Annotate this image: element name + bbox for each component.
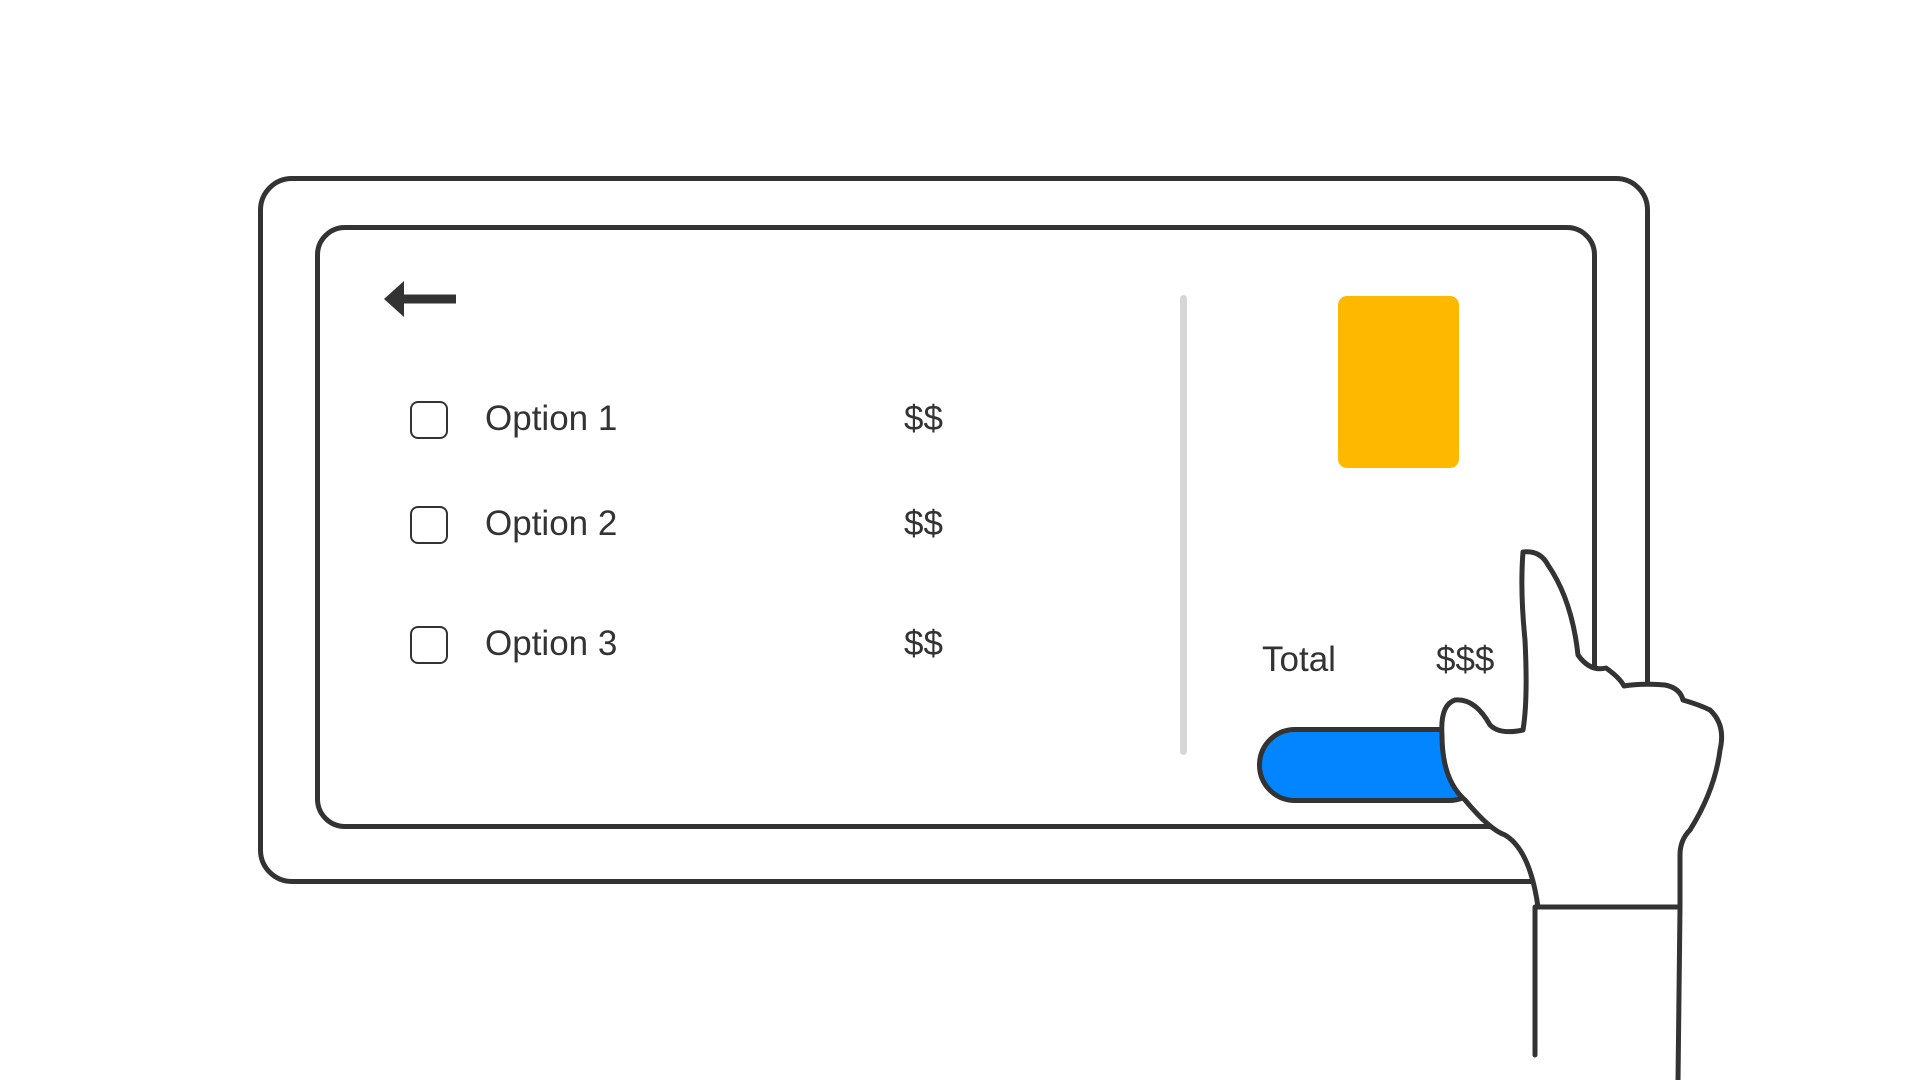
- option-3-label: Option 3: [485, 624, 618, 663]
- illustration: Option 1 $$ Option 2 $$ Option 3 $$ Tota…: [0, 0, 1920, 1080]
- option-row-1: Option 1 $$: [410, 395, 970, 443]
- option-1-label: Option 1: [485, 399, 618, 438]
- product-card: [1338, 296, 1459, 468]
- option-3-checkbox[interactable]: [410, 626, 448, 664]
- option-row-3: Option 3 $$: [410, 620, 970, 668]
- total-label: Total: [1262, 640, 1336, 679]
- option-1-price: $$: [904, 399, 943, 438]
- checkout-button[interactable]: [1257, 727, 1487, 803]
- option-2-checkbox[interactable]: [410, 506, 448, 544]
- option-2-label: Option 2: [485, 504, 618, 543]
- total-value: $$$: [1436, 640, 1495, 679]
- vertical-divider: [1180, 295, 1187, 755]
- option-2-price: $$: [904, 504, 943, 543]
- option-row-2: Option 2 $$: [410, 500, 970, 548]
- option-1-checkbox[interactable]: [410, 401, 448, 439]
- option-3-price: $$: [904, 624, 943, 663]
- back-arrow-icon[interactable]: [382, 275, 458, 323]
